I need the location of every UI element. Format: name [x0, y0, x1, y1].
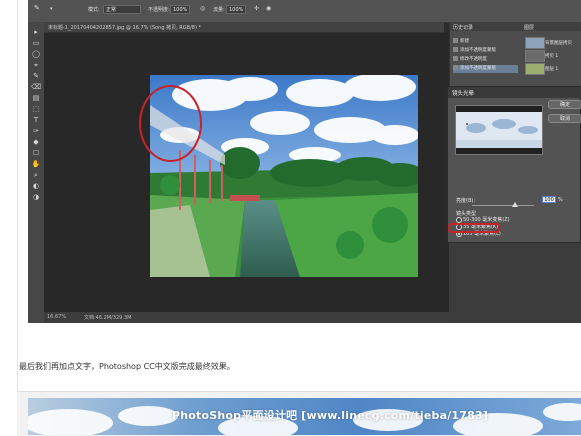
annotation-circle — [139, 85, 202, 162]
tool-icon[interactable]: ◑ — [31, 193, 41, 201]
tool-icon[interactable]: ◯ — [31, 50, 41, 58]
tool-icon[interactable]: ☐ — [31, 149, 41, 157]
tools-panel: ▸ ▭ ◯ ⌖ ✎ ⌫ ▤ ⬚ T ✑ ◆ ☐ ✋ ⌕ ◐ ◑ — [28, 22, 45, 323]
layer-name[interactable]: 背景图层拷贝 — [545, 40, 572, 46]
brightness-label: 亮度(B): — [456, 198, 476, 204]
mode-select[interactable]: 正常 — [103, 5, 141, 14]
document-tab[interactable]: 未标题-1_20170404202857.jpg @ 16.7% (Song 拷… — [44, 22, 444, 33]
layer-thumbnail — [525, 63, 545, 75]
mode-label: 模式: — [88, 7, 100, 13]
article-caption: 最后我们再加点文字，Photoshop CC中文版完成最终效果。 — [19, 362, 235, 371]
history-item-label: 修改不透明度 — [460, 57, 487, 62]
dialog-title-bar[interactable]: 镜头光晕 — [448, 87, 581, 98]
history-thumb-icon — [453, 65, 458, 70]
lens-flare-dialog: 镜头光晕 确定 取消 亮度(B): 100 % 镜头类型 50-300 毫米变焦… — [447, 86, 581, 243]
history-item[interactable]: 修改不透明度 — [453, 56, 518, 64]
watermark-text: PhotoShop平面设计吧 [www.linecg.com/tieba/178… — [172, 409, 489, 422]
history-item-label: 添加不透明度蒙版 — [460, 66, 496, 71]
tool-icon[interactable]: ▤ — [31, 94, 41, 102]
layers-panel-title: 图层 — [524, 25, 535, 31]
options-bar: ✎ ▾ 模式: 正常 不透明度: 100% ◎ 流量: 100% ✢ ◉ — [28, 0, 581, 23]
history-item-selected[interactable]: 添加不透明度蒙版 — [453, 65, 518, 73]
brightness-slider-thumb[interactable] — [512, 202, 518, 207]
brightness-input[interactable]: 100 — [542, 196, 556, 203]
history-item-label: 添加不透明度蒙版 — [460, 48, 496, 53]
annotation-highlight-box — [448, 223, 500, 233]
tool-icon[interactable]: ◆ — [31, 138, 41, 146]
tool-icon[interactable]: ▭ — [31, 39, 41, 47]
document-tab-title: 未标题-1_20170404202857.jpg @ 16.7% (Song 拷… — [48, 25, 201, 31]
page-left-border — [17, 0, 18, 435]
tool-icon[interactable]: T — [31, 116, 41, 124]
history-item[interactable]: 新建 — [453, 38, 518, 46]
pressure-opacity-icon[interactable]: ◎ — [200, 5, 205, 12]
brightness-unit: % — [558, 197, 563, 203]
brightness-slider[interactable] — [472, 205, 534, 206]
cancel-button[interactable]: 取消 — [548, 114, 581, 123]
flare-preview-drawing — [456, 106, 542, 154]
opacity-input[interactable]: 100% — [170, 5, 190, 14]
brush-preset-picker[interactable]: ▾ — [50, 6, 53, 12]
layers-panel-header[interactable]: 图层 — [521, 22, 581, 31]
pressure-size-icon[interactable]: ◉ — [266, 5, 271, 12]
layer-name[interactable]: 拷贝 1 — [545, 53, 558, 59]
tool-icon[interactable]: ⬚ — [31, 105, 41, 113]
layer-thumbnail — [525, 37, 545, 49]
tool-icon[interactable]: ✎ — [31, 72, 41, 80]
status-zoom[interactable]: 16.67% — [47, 314, 66, 320]
status-doc-size: 文档:46.2M/329.3M — [84, 315, 132, 321]
history-item[interactable]: 添加不透明度蒙版 — [453, 47, 518, 55]
history-item-label: 新建 — [460, 39, 469, 44]
layer-thumbnail — [525, 50, 545, 62]
dialog-title: 镜头光晕 — [452, 91, 475, 97]
history-thumb-icon — [453, 38, 458, 43]
history-panel-title: 历史记录 — [453, 25, 474, 31]
tool-icon[interactable]: ⌖ — [31, 61, 41, 69]
flow-input[interactable]: 100% — [226, 5, 246, 14]
layer-name[interactable]: 图层 1 — [545, 66, 558, 72]
history-panel-header[interactable]: 历史记录 — [450, 22, 521, 31]
tool-icon[interactable]: ◐ — [31, 182, 41, 190]
opacity-label: 不透明度: — [148, 7, 170, 13]
airbrush-icon[interactable]: ✢ — [254, 5, 259, 12]
tool-icon[interactable]: ⌕ — [31, 171, 41, 179]
tool-icon[interactable]: ✑ — [31, 127, 41, 135]
flow-label: 流量: — [213, 7, 225, 13]
brush-tool-icon[interactable]: ✎ — [34, 4, 40, 12]
history-thumb-icon — [453, 56, 458, 61]
tool-icon[interactable]: ✋ — [31, 160, 41, 168]
ok-button[interactable]: 确定 — [548, 100, 581, 109]
status-bar: 16.67% 文档:46.2M/329.3M — [44, 312, 449, 323]
lens-option-label[interactable]: 50-300 毫米变焦(Z) — [463, 216, 510, 223]
tool-icon[interactable]: ▸ — [31, 28, 41, 36]
history-thumb-icon — [453, 47, 458, 52]
tool-icon[interactable]: ⌫ — [31, 83, 41, 91]
flare-preview[interactable] — [455, 105, 543, 155]
